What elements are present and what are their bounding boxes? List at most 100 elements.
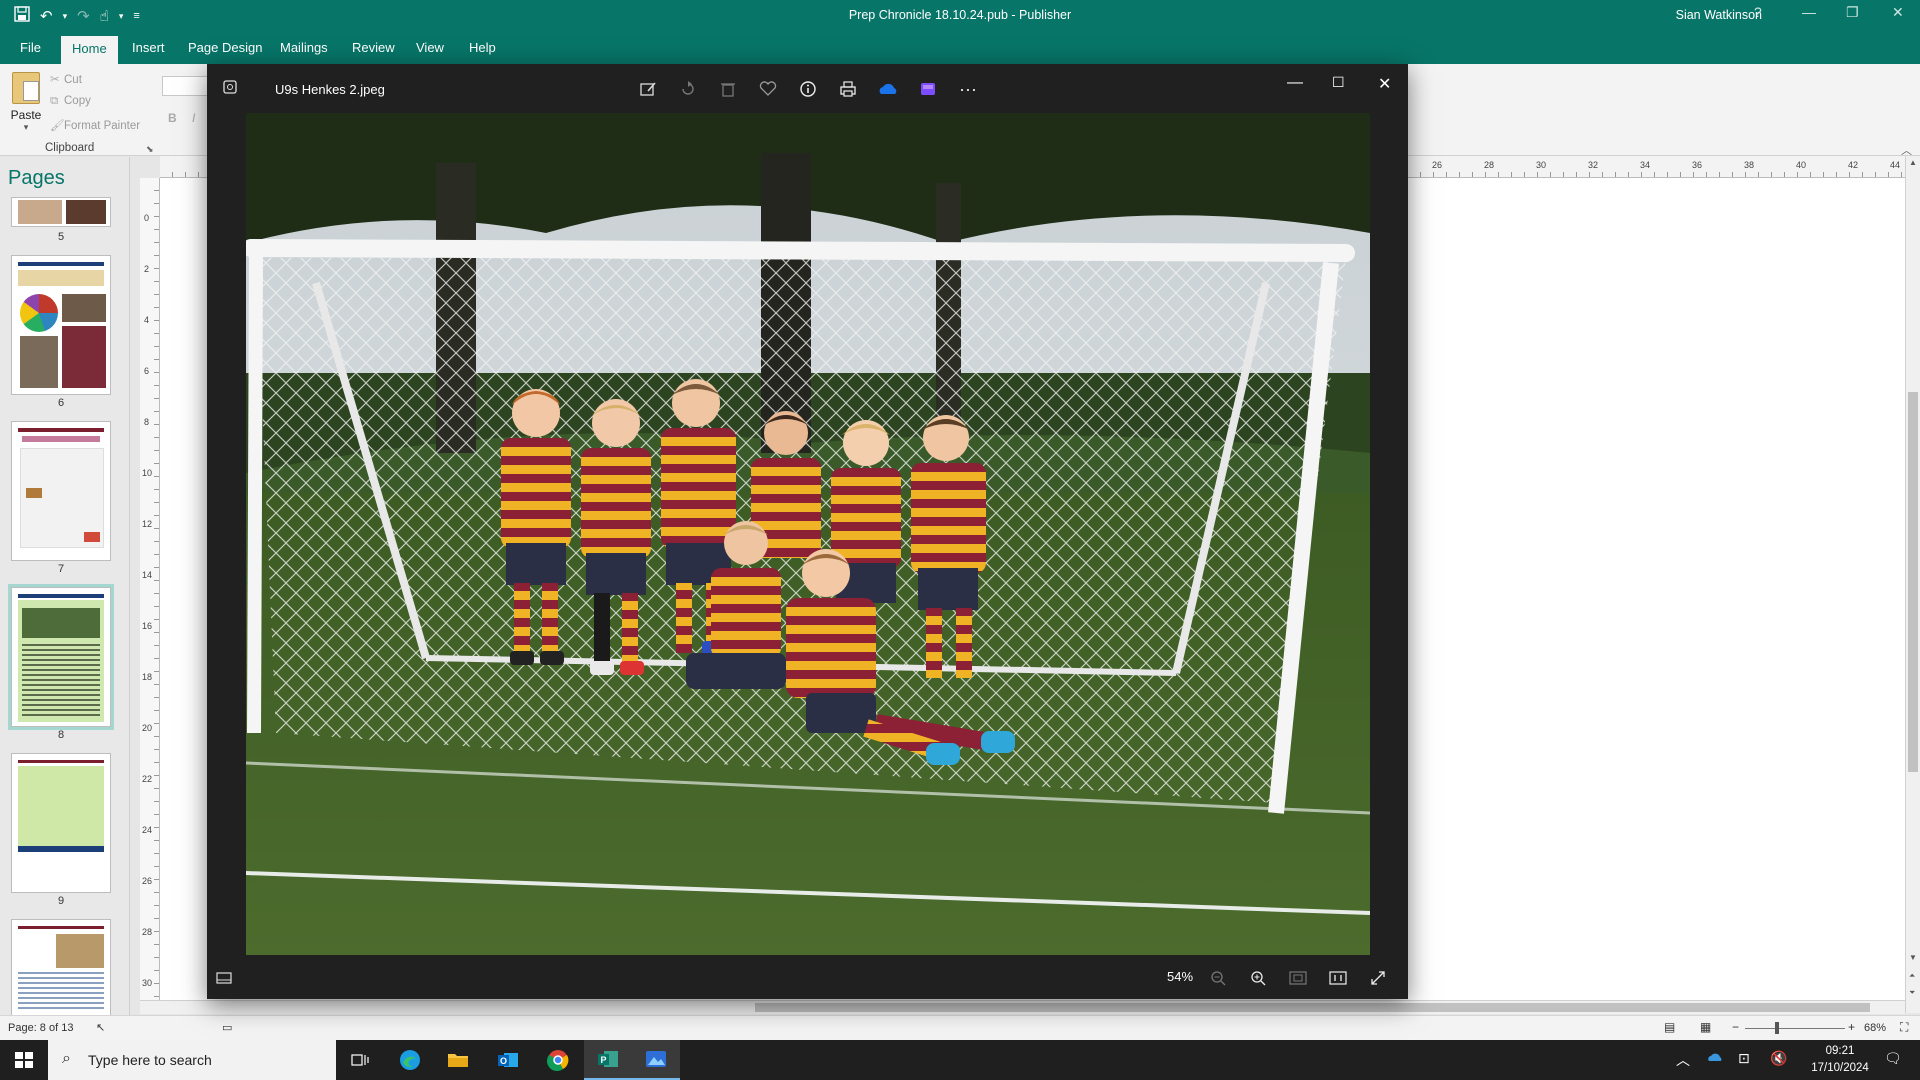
page-thumbnail-5[interactable] xyxy=(11,197,111,227)
vruler-label: 24 xyxy=(142,825,153,835)
hruler-label: 40 xyxy=(1796,160,1807,170)
horizontal-scroll-thumb[interactable] xyxy=(755,1003,1870,1012)
zoom-slider[interactable] xyxy=(1745,1028,1845,1029)
page-thumbnail-8[interactable] xyxy=(8,584,114,730)
paste-label: Paste xyxy=(10,108,42,122)
vruler-label: 0 xyxy=(144,213,150,223)
fullscreen-icon[interactable] xyxy=(1367,967,1389,989)
user-name[interactable]: Sian Watkinson xyxy=(1676,8,1762,22)
tab-mailings[interactable]: Mailings xyxy=(280,40,328,55)
fit-page-icon[interactable]: ⛶ xyxy=(1900,1020,1908,1035)
notifications-icon[interactable]: 🗨 xyxy=(1884,1050,1902,1067)
task-view-icon[interactable] xyxy=(336,1040,384,1080)
cut-button[interactable]: ✂ Cut xyxy=(50,72,82,86)
taskbar-search-box[interactable]: ⌕ Type here to search xyxy=(48,1040,336,1080)
search-placeholder: Type here to search xyxy=(88,1052,212,1068)
tab-review[interactable]: Review xyxy=(352,40,395,55)
photos-footer: 54% xyxy=(207,957,1408,999)
hruler-label: 36 xyxy=(1692,160,1703,170)
scroll-down-icon[interactable]: ▼ xyxy=(1909,953,1917,962)
zoom-percentage[interactable]: 68% xyxy=(1864,1022,1886,1034)
vruler-label: 30 xyxy=(142,978,153,988)
object-position-icon: ▭ xyxy=(222,1022,233,1034)
photos-maximize-icon[interactable]: ☐ xyxy=(1332,74,1345,91)
copy-button[interactable]: ⧉ Copy xyxy=(50,95,91,108)
rotate-icon[interactable] xyxy=(677,78,699,100)
vruler-label: 22 xyxy=(142,774,153,784)
fit-window-icon[interactable] xyxy=(1287,967,1309,989)
zoom-out-status-icon[interactable]: − xyxy=(1732,1020,1739,1034)
next-page-icon[interactable]: ⏷ xyxy=(1909,988,1915,998)
outlook-icon[interactable]: O xyxy=(484,1040,532,1080)
tab-page-design[interactable]: Page Design xyxy=(188,40,262,55)
cut-label: Cut xyxy=(64,74,82,86)
chrome-icon[interactable] xyxy=(534,1040,582,1080)
photos-viewer-window: U9s Henkes 2.jpeg ··· — ☐ ✕ 54% xyxy=(207,64,1408,999)
edge-icon[interactable] xyxy=(386,1040,434,1080)
vertical-scrollbar[interactable]: ▲ ▼ ⏶ ⏷ xyxy=(1905,156,1920,1013)
scroll-up-icon[interactable]: ▲ xyxy=(1909,158,1917,167)
format-painter-label: Format Painter xyxy=(64,120,141,132)
page-thumbnail-7[interactable] xyxy=(11,421,111,561)
page-number-7: 7 xyxy=(57,563,65,575)
vruler-label: 26 xyxy=(142,876,153,886)
zoom-in-icon[interactable] xyxy=(1247,967,1269,989)
format-painter-button[interactable]: 🖌Format Painter xyxy=(50,118,140,132)
volume-muted-icon[interactable]: 🔇 xyxy=(1770,1050,1787,1067)
publisher-taskbar-icon[interactable]: P xyxy=(584,1040,632,1080)
start-button[interactable] xyxy=(0,1040,48,1080)
previous-page-icon[interactable]: ⏶ xyxy=(1909,971,1915,981)
paste-button[interactable]: Paste ▾ xyxy=(8,72,44,133)
tab-insert[interactable]: Insert xyxy=(132,40,165,55)
bold-button[interactable]: B xyxy=(168,111,177,125)
onedrive-tray-icon[interactable] xyxy=(1706,1050,1724,1066)
clipchamp-icon[interactable] xyxy=(917,78,939,100)
more-icon[interactable]: ··· xyxy=(957,78,979,100)
minimize-icon[interactable]: — xyxy=(1802,4,1816,20)
page-thumbnail-10[interactable] xyxy=(11,919,111,1015)
help-icon[interactable]: ? xyxy=(1754,4,1762,20)
tab-help[interactable]: Help xyxy=(469,40,496,55)
print-icon[interactable] xyxy=(837,78,859,100)
two-page-view-icon[interactable]: ▦ xyxy=(1700,1020,1711,1034)
page-thumbnail-6[interactable] xyxy=(11,255,111,395)
clipboard-group-label: Clipboard xyxy=(45,142,95,154)
zoom-slider-knob[interactable] xyxy=(1775,1022,1779,1034)
vruler-label: 18 xyxy=(142,672,153,682)
paste-dropdown-icon[interactable]: ▾ xyxy=(8,122,44,133)
tab-view[interactable]: View xyxy=(416,40,444,55)
team-photo[interactable] xyxy=(246,113,1370,955)
team-photo-illustration xyxy=(246,113,1370,955)
favorite-heart-icon[interactable] xyxy=(757,78,779,100)
clipboard-launcher-icon[interactable]: ⬊ xyxy=(146,144,154,155)
actual-size-icon[interactable] xyxy=(1327,967,1349,989)
restore-icon[interactable]: ❐ xyxy=(1846,4,1859,21)
tab-home[interactable]: Home xyxy=(61,36,118,64)
delete-icon[interactable] xyxy=(717,78,739,100)
vertical-ruler[interactable]: 0 2 4 6 8 10 12 14 16 18 20 22 24 26 28 … xyxy=(140,178,160,1013)
close-icon[interactable]: ✕ xyxy=(1892,4,1904,21)
photos-close-icon[interactable]: ✕ xyxy=(1378,74,1391,94)
file-explorer-icon[interactable] xyxy=(434,1040,482,1080)
italic-button[interactable]: I xyxy=(192,111,195,125)
horizontal-scrollbar[interactable] xyxy=(140,1000,1905,1014)
tab-file[interactable]: File xyxy=(20,40,41,55)
show-hidden-icons-icon[interactable]: ︿ xyxy=(1676,1050,1690,1070)
zoom-out-icon[interactable] xyxy=(1207,967,1229,989)
edit-image-icon[interactable] xyxy=(637,78,659,100)
filmstrip-icon[interactable] xyxy=(213,967,235,989)
font-name-box[interactable] xyxy=(162,76,210,96)
page-thumbnail-9[interactable] xyxy=(11,753,111,893)
document-title: Prep Chronicle 18.10.24.pub - Publisher xyxy=(848,8,1072,22)
search-icon: ⌕ xyxy=(62,1050,71,1067)
vertical-scroll-thumb[interactable] xyxy=(1908,392,1918,772)
taskbar-clock[interactable]: 09:21 17/10/2024 xyxy=(1810,1043,1870,1077)
zoom-in-status-icon[interactable]: + xyxy=(1848,1020,1855,1034)
single-page-view-icon[interactable]: ▤ xyxy=(1664,1020,1675,1034)
photos-minimize-icon[interactable]: — xyxy=(1287,74,1303,92)
network-icon[interactable]: ⊡ xyxy=(1738,1050,1750,1067)
onedrive-icon[interactable] xyxy=(877,78,899,100)
page-indicator[interactable]: Page: 8 of 13 xyxy=(8,1022,73,1034)
photos-taskbar-icon[interactable] xyxy=(632,1040,680,1080)
info-icon[interactable] xyxy=(797,78,819,100)
